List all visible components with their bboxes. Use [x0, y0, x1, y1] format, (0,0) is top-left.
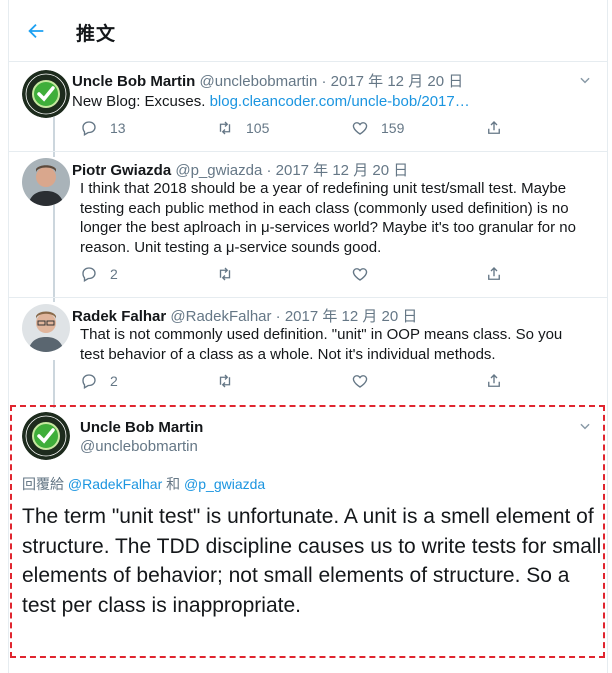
chevron-down-icon[interactable]: [578, 73, 592, 87]
like-count: 159: [381, 120, 405, 136]
reply-label: 回覆給: [22, 476, 68, 492]
retweet-button[interactable]: [216, 265, 234, 283]
divider: [8, 151, 608, 152]
retweet-button[interactable]: [216, 372, 234, 390]
heart-icon: [352, 268, 368, 281]
retweet-icon: [219, 374, 231, 388]
tweet-1-header: Uncle Bob Martin @unclebobmartin · 2017 …: [72, 70, 463, 91]
tweet-1-text: New Blog: Excuses. blog.cleancoder.com/u…: [72, 92, 570, 112]
thread-line: [53, 360, 55, 408]
retweet-button[interactable]: 105: [216, 119, 269, 137]
cleancode-logo-icon: [22, 70, 70, 118]
person-photo-icon: [22, 158, 70, 206]
reply-icon: [82, 267, 96, 282]
page-title: 推文: [76, 24, 117, 45]
share-icon: [488, 121, 500, 134]
conjunction: 和: [162, 476, 185, 492]
retweet-icon: [219, 121, 231, 135]
heart-icon: [352, 122, 368, 135]
author-name[interactable]: Piotr Gwiazda: [72, 162, 171, 179]
reply-button[interactable]: 13: [80, 119, 126, 137]
retweet-icon: [219, 267, 231, 281]
reply-icon: [82, 121, 96, 136]
back-arrow-icon[interactable]: [25, 20, 47, 42]
tweet-2-actions: 2: [80, 265, 520, 287]
author-name[interactable]: Radek Falhar: [72, 308, 166, 325]
page-header: 推文: [8, 0, 608, 62]
avatar-piotr[interactable]: [22, 158, 70, 206]
tweet-2-text: I think that 2018 should be a year of re…: [80, 180, 576, 256]
reply-icon: [82, 374, 96, 389]
tweet-3-text: That is not commonly used definition. "u…: [80, 326, 563, 363]
tweet-3-header: Radek Falhar @RadekFalhar · 2017 年 12 月 …: [72, 305, 417, 326]
share-button[interactable]: [485, 265, 503, 283]
author-meta[interactable]: @p_gwiazda · 2017 年 12 月 20 日: [175, 162, 408, 179]
reply-to-line: 回覆給 @RadekFalhar 和 @p_gwiazda: [22, 474, 265, 494]
author-name[interactable]: Uncle Bob Martin: [72, 73, 195, 90]
reply-button[interactable]: 2: [80, 265, 118, 283]
share-icon: [488, 374, 500, 387]
tweet-3-actions: 2: [80, 372, 520, 394]
cleancode-logo-icon: [22, 412, 70, 460]
avatar-cleancode[interactable]: [22, 412, 70, 460]
like-button[interactable]: 159: [351, 119, 404, 137]
reply-count: 13: [110, 120, 126, 136]
tweet-text: New Blog: Excuses.: [72, 93, 210, 110]
mention-link[interactable]: @p_gwiazda: [184, 476, 265, 492]
like-button[interactable]: [351, 265, 369, 283]
heart-icon: [352, 375, 368, 388]
chevron-down-icon[interactable]: [578, 419, 592, 433]
tweet-2-header: Piotr Gwiazda @p_gwiazda · 2017 年 12 月 2…: [72, 159, 408, 180]
avatar-radek[interactable]: [22, 304, 70, 352]
tweet-1-actions: 13 105 159: [80, 119, 520, 141]
share-icon: [488, 267, 500, 280]
divider: [8, 297, 608, 298]
author-name[interactable]: Uncle Bob Martin: [80, 419, 203, 436]
like-button[interactable]: [351, 372, 369, 390]
mention-link[interactable]: @RadekFalhar: [68, 476, 162, 492]
blog-link[interactable]: blog.cleancoder.com/uncle-bob/2017…: [210, 93, 470, 110]
reply-button[interactable]: 2: [80, 372, 118, 390]
author-meta[interactable]: @RadekFalhar · 2017 年 12 月 20 日: [170, 308, 417, 325]
share-button[interactable]: [485, 372, 503, 390]
reply-count: 2: [110, 373, 118, 389]
author-handle[interactable]: @unclebobmartin: [80, 438, 198, 455]
reply-count: 2: [110, 266, 118, 282]
avatar-cleancode[interactable]: [22, 70, 70, 118]
share-button[interactable]: [485, 119, 503, 137]
thread-line: [53, 205, 55, 302]
author-meta[interactable]: @unclebobmartin · 2017 年 12 月 20 日: [200, 73, 464, 90]
focused-tweet-text: The term "unit test" is unfortunate. A u…: [22, 505, 602, 617]
retweet-count: 105: [246, 120, 270, 136]
person-photo-icon: [22, 304, 70, 352]
